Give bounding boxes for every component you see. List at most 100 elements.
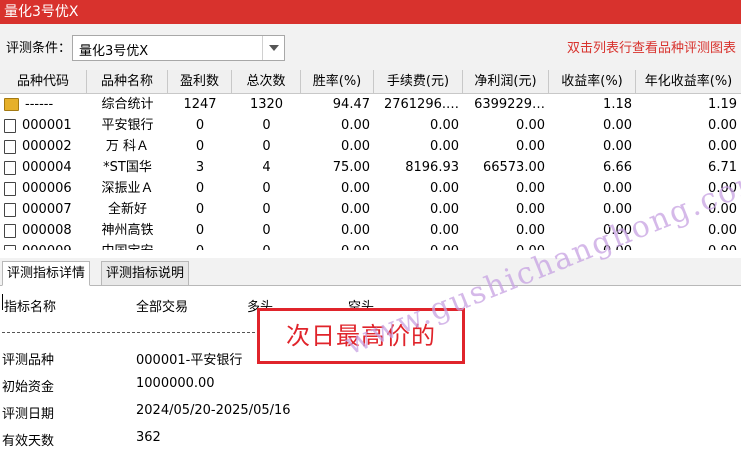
cell-annual: 0.00 — [636, 241, 741, 250]
document-icon — [4, 118, 16, 133]
window-title-bar: 量化3号优X — [0, 0, 741, 24]
table-row[interactable]: 000004 *ST国华 3 4 75.00 8196.93 66573.00 6.66 6.7… — [0, 157, 741, 178]
divider — [2, 332, 260, 333]
cell-profit: 0.00 — [516, 223, 545, 238]
detail-value: 000001-平安银行 — [136, 353, 243, 368]
cell-fee: 8196.93 — [405, 160, 459, 175]
cell-code-text: 000009 — [22, 241, 72, 250]
table-row[interactable]: 000001 平安银行 0 0 0.00 0.00 0.00 0.00 0.00 — [0, 115, 741, 136]
cell-ret: 0.00 — [549, 241, 636, 250]
cell-code: 000002 — [0, 136, 87, 157]
column-header[interactable]: 总次数 — [232, 70, 301, 94]
cell-name: 综合统计 — [101, 97, 154, 112]
column-header[interactable]: 品种名称 — [87, 70, 168, 94]
condition-select[interactable]: 量化3号优X — [72, 35, 285, 61]
cell-annual: 1.19 — [708, 97, 737, 112]
tab-indicator-description[interactable]: 评测指标说明 — [101, 261, 190, 286]
cell-ret: 1.18 — [603, 97, 632, 112]
cell-wins: 0 — [195, 118, 205, 133]
table-row[interactable]: 000006 深振业Ａ 0 0 0.00 0.00 0.00 0.00 0.00 — [0, 178, 741, 199]
column-header[interactable]: 手续费(元) — [374, 70, 463, 94]
cell-name: 万 科Ａ — [105, 139, 150, 154]
cell-winrate: 0.00 — [341, 202, 370, 217]
callout-text: 次日最高价的 — [286, 322, 436, 350]
cell-profit: 0.00 — [516, 181, 545, 196]
cell-winrate: 0.00 — [341, 181, 370, 196]
condition-select-value: 量化3号优X — [79, 44, 149, 59]
detail-tabs: 评测指标详情 评测指标说明 — [0, 258, 741, 286]
cell-winrate: 75.00 — [332, 160, 370, 175]
cell-code-text: ------ — [25, 97, 54, 112]
cell-code-text: 000002 — [22, 139, 72, 154]
cell-ret: 0.00 — [603, 223, 632, 238]
table-row[interactable]: ------ 综合统计 1247 1320 94.47 2761296.… 6399229…… — [0, 94, 741, 115]
dropdown-button[interactable] — [262, 36, 284, 60]
table-row[interactable]: 000002 万 科Ａ 0 0 0.00 0.00 0.00 0.00 0.00 — [0, 136, 741, 157]
cell-wins: 0 — [168, 241, 232, 250]
cell-code-text: 000007 — [22, 202, 72, 217]
cell-total: 0 — [262, 181, 271, 196]
cell-ret: 6.66 — [603, 160, 632, 175]
column-header[interactable]: 胜率(%) — [301, 70, 374, 94]
cell-wins: 3 — [195, 160, 205, 175]
cell-code-text: 000006 — [22, 181, 72, 196]
document-icon — [4, 160, 16, 175]
cell-fee: 2761296.… — [383, 97, 459, 112]
cell-wins: 0 — [195, 181, 205, 196]
cell-wins: 0 — [195, 223, 205, 238]
cell-code: 000001 — [0, 115, 87, 136]
cell-code: 000009 — [0, 241, 87, 250]
cell-total: 0 — [262, 223, 271, 238]
cell-total: 4 — [262, 160, 271, 175]
cell-fee: 0.00 — [430, 223, 459, 238]
cell-wins: 1247 — [183, 97, 217, 112]
column-header[interactable]: 净利润(元) — [463, 70, 549, 94]
cell-annual: 0.00 — [708, 223, 737, 238]
table-header: 品种代码 品种名称 盈利数 总次数 胜率(%) 手续费(元) 净利润(元) 收益… — [0, 70, 741, 94]
cell-name: 深振业Ａ — [101, 181, 154, 196]
cell-annual: 6.71 — [708, 160, 737, 175]
cell-total: 1320 — [249, 97, 284, 112]
cell-fee: 0.00 — [430, 202, 459, 217]
cell-winrate: 0.00 — [301, 241, 374, 250]
table-row[interactable]: 000008 神州高铁 0 0 0.00 0.00 0.00 0.00 0.00 — [0, 220, 741, 241]
detail-column-header: 全部交易 — [136, 300, 189, 315]
cell-name: 神州高铁 — [101, 223, 154, 238]
document-icon — [4, 244, 16, 250]
cell-annual: 0.00 — [708, 181, 737, 196]
cell-wins: 0 — [195, 202, 205, 217]
table-row[interactable]: 000009中国宝安000.000.000.000.000.00 — [0, 241, 741, 250]
cell-total: 0 — [262, 139, 271, 154]
hint-text: 双击列表行查看品种评测图表 — [567, 41, 737, 56]
table-row[interactable]: 000007 全新好 0 0 0.00 0.00 0.00 0.00 0.00 — [0, 199, 741, 220]
cell-ret: 0.00 — [603, 181, 632, 196]
cell-code: 000004 — [0, 157, 87, 178]
detail-label: 评测日期 — [2, 407, 55, 422]
condition-row: 评测条件： 量化3号优X 双击列表行查看品种评测图表 — [0, 24, 741, 70]
cell-winrate: 0.00 — [341, 223, 370, 238]
cell-profit: 66573.00 — [482, 160, 545, 175]
cell-total: 0 — [262, 202, 271, 217]
column-header[interactable]: 盈利数 — [168, 70, 232, 94]
cell-winrate: 0.00 — [341, 139, 370, 154]
text-cursor — [2, 294, 3, 310]
tab-indicator-details[interactable]: 评测指标详情 — [2, 261, 91, 286]
document-icon — [4, 181, 16, 196]
cell-name: 中国宝安 — [87, 241, 168, 250]
cell-code: 000008 — [0, 220, 87, 241]
cell-code: 000007 — [0, 199, 87, 220]
document-icon — [4, 202, 16, 217]
cell-code-text: 000001 — [22, 118, 72, 133]
cell-fee: 0.00 — [430, 139, 459, 154]
column-header[interactable]: 品种代码 — [0, 70, 87, 94]
condition-label: 评测条件： — [6, 41, 72, 56]
cell-annual: 0.00 — [708, 118, 737, 133]
cell-profit: 0.00 — [463, 241, 549, 250]
cell-name: 全新好 — [107, 202, 147, 217]
cell-name: 平安银行 — [101, 118, 154, 133]
cell-name: *ST国华 — [103, 160, 152, 175]
cell-profit: 6399229… — [474, 97, 545, 112]
chevron-down-icon — [268, 45, 279, 51]
column-header[interactable]: 收益率(%) — [549, 70, 636, 94]
column-header[interactable]: 年化收益率(%) — [636, 70, 741, 94]
